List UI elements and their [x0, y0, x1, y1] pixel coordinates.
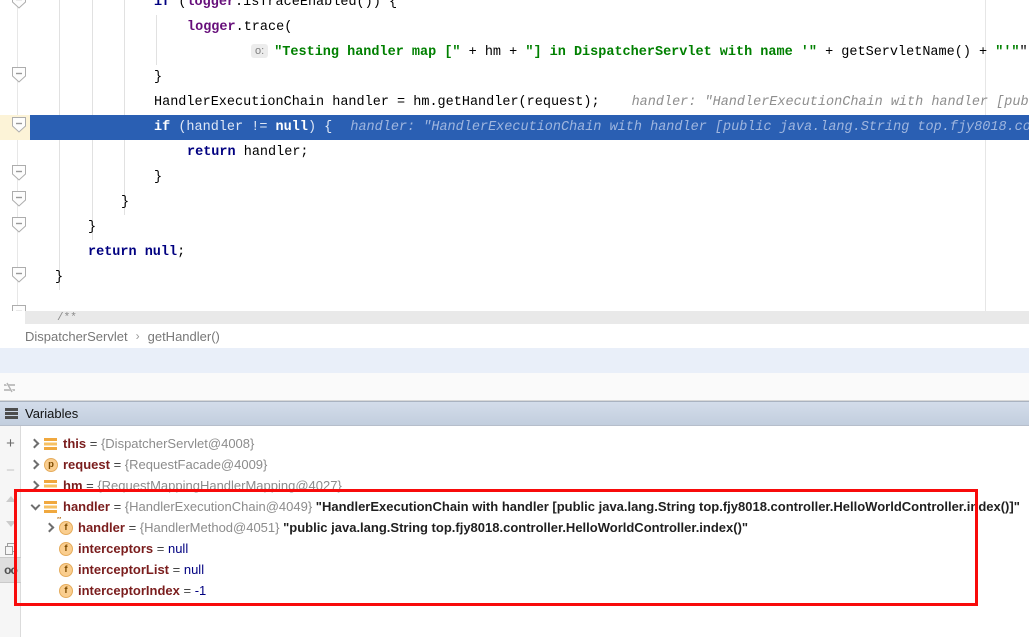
inline-debugger-value-hint: handler: "HandlerExecutionChain with han…: [632, 95, 1029, 110]
variables-panel-title: Variables: [25, 406, 78, 421]
execution-point-line[interactable]: if (handler != null) { handler: "Handler…: [30, 115, 1029, 140]
variables-tree: this = {DispatcherServlet@4008}prequest …: [21, 433, 1029, 601]
variable-row-request[interactable]: p request = {RequestFacade@4009}: [21, 454, 1029, 475]
variable-name: this: [63, 436, 86, 451]
code-line[interactable]: }: [30, 215, 1029, 240]
variable-name: interceptorIndex: [78, 583, 180, 598]
chevron-spacer: [42, 540, 59, 557]
field-icon: f: [59, 521, 73, 535]
layout-settings-icon[interactable]: [3, 381, 16, 394]
code-line[interactable]: return null;: [30, 240, 1029, 265]
object-reference: {RequestMappingHandlerMapping@4027}: [97, 478, 341, 493]
equals-sign: =: [180, 583, 195, 598]
value-icon: [44, 500, 58, 514]
object-reference: {HandlerExecutionChain@4049}: [125, 499, 312, 514]
debug-toolwindow-strip: [0, 348, 1029, 373]
field-icon: f: [59, 563, 73, 577]
variable-name: interceptors: [78, 541, 153, 556]
parameter-name-hint: o:: [251, 44, 268, 58]
object-reference: {HandlerMethod@4051}: [140, 520, 280, 535]
chevron-right-icon[interactable]: [27, 456, 44, 473]
variable-row-interceptors[interactable]: f interceptors = null: [21, 538, 1029, 559]
variable-name: hm: [63, 478, 83, 493]
object-reference: {RequestFacade@4009}: [125, 457, 268, 472]
equals-sign: =: [86, 436, 101, 451]
value-icon: [44, 437, 58, 451]
code-line[interactable]: return handler;: [30, 140, 1029, 165]
variables-panel-header[interactable]: Variables: [0, 401, 1029, 426]
code-line[interactable]: }: [30, 165, 1029, 190]
variable-row-this[interactable]: this = {DispatcherServlet@4008}: [21, 433, 1029, 454]
duplicate-button[interactable]: [0, 539, 21, 559]
move-down-button[interactable]: [0, 514, 21, 534]
gutter-fold-line: [17, 0, 18, 311]
chevron-right-icon[interactable]: [27, 435, 44, 452]
collapsed-code-text: /**: [57, 312, 77, 324]
primitive-value: null: [184, 562, 204, 577]
equals-sign: =: [125, 520, 140, 535]
code-line[interactable]: o:"Testing handler map [" + hm + "] in D…: [30, 40, 1029, 65]
fold-marker-icon[interactable]: [12, 67, 26, 83]
object-reference: {DispatcherServlet@4008}: [101, 436, 254, 451]
chevron-right-icon[interactable]: [27, 477, 44, 494]
chevron-spacer: [42, 561, 59, 578]
code-editor[interactable]: if (logger.isTraceEnabled()) {logger.tra…: [0, 0, 1029, 311]
variable-row-hm[interactable]: hm = {RequestMappingHandlerMapping@4027}: [21, 475, 1029, 496]
equals-sign: =: [83, 478, 98, 493]
primitive-value: -1: [195, 583, 207, 598]
show-watches-toggle[interactable]: oo: [0, 557, 21, 583]
breadcrumb: DispatcherServlet › getHandler(): [0, 324, 1029, 348]
collapsed-code-line[interactable]: /**: [25, 311, 1029, 324]
field-icon: f: [59, 542, 73, 556]
breadcrumb-separator-icon: ›: [136, 329, 140, 343]
remove-watch-button[interactable]: −: [0, 460, 21, 480]
chevron-down-icon[interactable]: [27, 498, 44, 515]
code-line[interactable]: if (logger.isTraceEnabled()) {: [30, 0, 1029, 15]
inline-debugger-value-hint: handler: "HandlerExecutionChain with han…: [350, 120, 1029, 135]
variable-name: handler: [63, 499, 110, 514]
code-line[interactable]: }: [30, 190, 1029, 215]
equals-sign: =: [153, 541, 168, 556]
code-line[interactable]: logger.trace(: [30, 15, 1029, 40]
breadcrumb-class[interactable]: DispatcherServlet: [25, 329, 128, 344]
tostring-value: "public java.lang.String top.fjy8018.con…: [279, 520, 748, 535]
move-up-button[interactable]: [0, 489, 21, 509]
chevron-spacer: [42, 582, 59, 599]
variable-row-interceptorList[interactable]: f interceptorList = null: [21, 559, 1029, 580]
variable-row-handler[interactable]: handler = {HandlerExecutionChain@4049} "…: [21, 496, 1029, 517]
fold-marker-icon[interactable]: [12, 267, 26, 283]
variables-icon: [5, 408, 18, 419]
equals-sign: =: [169, 562, 184, 577]
field-icon: f: [59, 584, 73, 598]
breadcrumb-method[interactable]: getHandler(): [148, 329, 220, 344]
variables-panel-body: + − oo this = {DispatcherServlet@4008} preq…: [0, 426, 1029, 637]
primitive-value: null: [168, 541, 188, 556]
fold-marker-icon[interactable]: [12, 0, 26, 9]
code-line[interactable]: }: [30, 65, 1029, 90]
move-up-icon: [6, 496, 16, 502]
variable-name: request: [63, 457, 110, 472]
fold-marker-icon[interactable]: [12, 117, 26, 133]
equals-sign: =: [110, 457, 125, 472]
fold-marker-icon[interactable]: [12, 305, 26, 311]
equals-sign: =: [110, 499, 125, 514]
fold-marker-icon[interactable]: [12, 191, 26, 207]
fold-marker-icon[interactable]: [12, 217, 26, 233]
variable-row-interceptorIndex[interactable]: f interceptorIndex = -1: [21, 580, 1029, 601]
variable-row-handler[interactable]: f handler = {HandlerMethod@4051} "public …: [21, 517, 1029, 538]
code-line[interactable]: HandlerExecutionChain handler = hm.getHa…: [30, 90, 1029, 115]
variable-name: handler: [78, 520, 125, 535]
variables-side-toolbar: + − oo: [0, 426, 21, 637]
fold-marker-icon[interactable]: [12, 165, 26, 181]
value-icon: [44, 479, 58, 493]
parameter-icon: p: [44, 458, 58, 472]
variable-name: interceptorList: [78, 562, 169, 577]
duplicate-icon: [5, 543, 16, 555]
tostring-value: "HandlerExecutionChain with handler [pub…: [312, 499, 1020, 514]
debug-toolbar-row: [0, 373, 1029, 401]
add-watch-button[interactable]: +: [0, 433, 21, 453]
code-line[interactable]: }: [30, 265, 1029, 290]
move-down-icon: [6, 521, 16, 527]
ide-debug-window: if (logger.isTraceEnabled()) {logger.tra…: [0, 0, 1029, 637]
